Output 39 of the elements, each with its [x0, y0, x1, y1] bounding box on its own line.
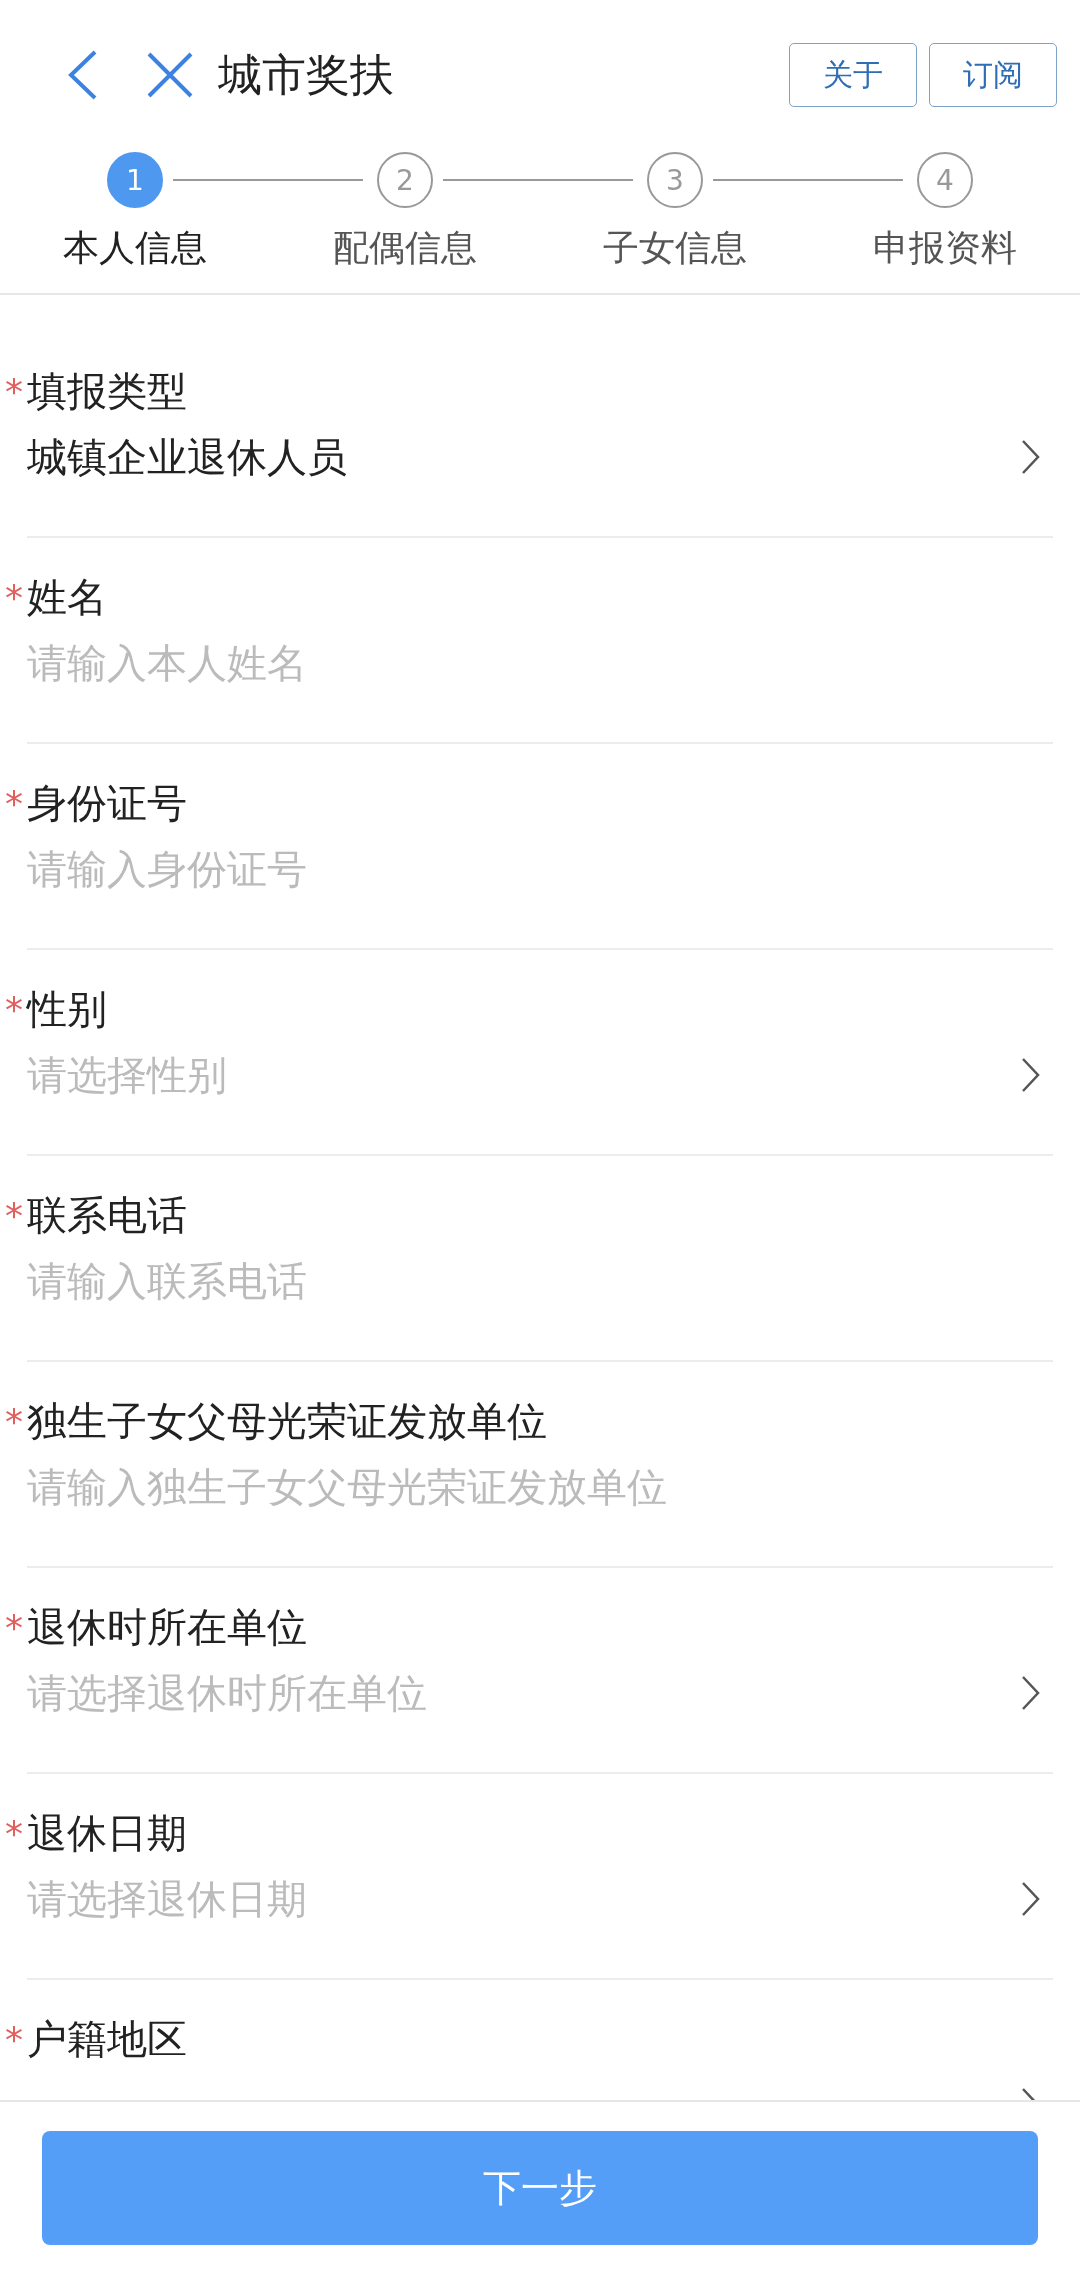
- close-icon[interactable]: [146, 51, 194, 99]
- field-label: 填报类型: [27, 366, 187, 416]
- next-button[interactable]: 下一步: [42, 2131, 1038, 2245]
- input-field[interactable]: 请选择退休时所在单位: [27, 1670, 1021, 1716]
- step-label: 申报资料: [872, 226, 1018, 270]
- input-field[interactable]: 请选择退休日期: [27, 1876, 1021, 1922]
- required-mark: *: [5, 1606, 23, 1648]
- input-field[interactable]: 请输入独生子女父母光荣证发放单位: [27, 1464, 1053, 1510]
- required-mark: *: [5, 2018, 23, 2060]
- required-mark: *: [5, 576, 23, 618]
- input-field[interactable]: 请输入本人姓名: [27, 640, 1053, 686]
- required-mark: *: [5, 1194, 23, 1236]
- input-field[interactable]: 请选择性别: [27, 1052, 1021, 1098]
- field-label: 身份证号: [27, 778, 187, 828]
- field-value[interactable]: 城镇企业退休人员: [27, 429, 1021, 485]
- field-label: 性别: [27, 984, 107, 1034]
- required-mark: *: [5, 370, 23, 412]
- required-mark: *: [5, 988, 23, 1030]
- field-label: 独生子女父母光荣证发放单位: [27, 1396, 547, 1446]
- field-label: 姓名: [27, 572, 107, 622]
- step-label: 配偶信息: [332, 226, 478, 270]
- input-field[interactable]: 请输入联系电话: [27, 1258, 1053, 1304]
- step-number[interactable]: 4: [917, 152, 973, 208]
- step-label: 本人信息: [62, 226, 208, 270]
- step-number[interactable]: 1: [107, 152, 163, 208]
- step-number[interactable]: 2: [377, 152, 433, 208]
- field-label: 户籍地区: [27, 2014, 187, 2064]
- field-label: 退休日期: [27, 1808, 187, 1858]
- header-button[interactable]: 订阅: [929, 43, 1057, 107]
- field-label: 联系电话: [27, 1190, 187, 1240]
- required-mark: *: [5, 1400, 23, 1442]
- step-label: 子女信息: [602, 226, 748, 270]
- input-field[interactable]: 请输入身份证号: [27, 846, 1053, 892]
- field-label: 退休时所在单位: [27, 1602, 307, 1652]
- page-title: 城市奖扶: [218, 47, 395, 102]
- required-mark: *: [5, 782, 23, 824]
- step-number[interactable]: 3: [647, 152, 703, 208]
- header-button[interactable]: 关于: [789, 43, 917, 107]
- required-mark: *: [5, 1812, 23, 1854]
